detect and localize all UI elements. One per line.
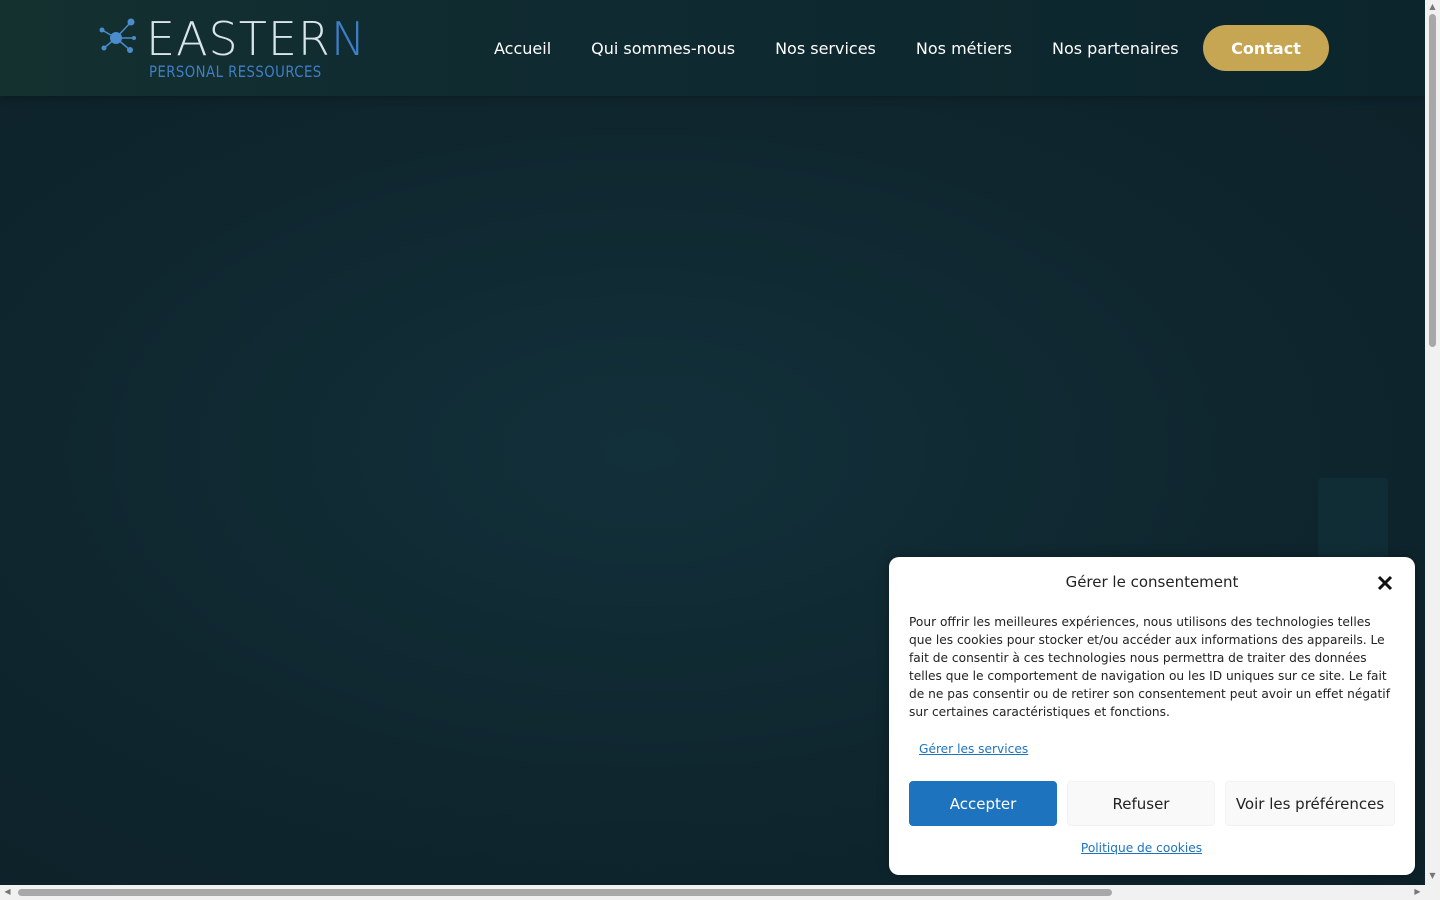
contact-button[interactable]: Contact [1203,25,1329,71]
site-header: EASTERN PERSONAL RESSOURCES Accueil Qui … [0,0,1425,96]
scroll-down-icon[interactable]: ▼ [1425,871,1440,881]
nav-item-accueil[interactable]: Accueil [474,39,571,58]
site-logo[interactable]: EASTERN PERSONAL RESSOURCES [96,14,365,84]
refuse-button[interactable]: Refuser [1067,781,1215,826]
scrollbar-corner [1425,885,1440,900]
scroll-left-icon[interactable]: ◀ [0,887,15,897]
consent-dialog: Gérer le consentement Pour offrir les me… [889,557,1415,875]
nav-item-nos-partenaires[interactable]: Nos partenaires [1032,39,1199,58]
vertical-scroll-thumb[interactable] [1429,14,1436,347]
nav-item-qui-sommes-nous[interactable]: Qui sommes-nous [571,39,755,58]
close-icon[interactable] [1375,573,1395,593]
main-nav: Accueil Qui sommes-nous Nos services Nos… [474,25,1199,71]
cookie-policy-link[interactable]: Politique de cookies [889,841,1394,855]
preferences-button[interactable]: Voir les préférences [1225,781,1395,826]
accept-button[interactable]: Accepter [909,781,1057,826]
scroll-right-icon[interactable]: ▶ [1410,887,1425,897]
horizontal-scrollbar[interactable]: ◀ ▶ [0,885,1425,900]
scroll-up-icon[interactable]: ▲ [1425,2,1440,12]
nav-item-nos-metiers[interactable]: Nos métiers [896,39,1032,58]
manage-services-link[interactable]: Gérer les services [919,742,1028,756]
vertical-scrollbar[interactable]: ▲ ▼ [1425,0,1440,885]
horizontal-scroll-thumb[interactable] [18,889,1112,896]
hero-decoration [1318,478,1388,558]
molecule-icon [99,18,136,53]
logo-subtitle: PERSONAL RESSOURCES [149,62,322,81]
nav-item-nos-services[interactable]: Nos services [755,39,896,58]
logo-wordmark: EASTERN [146,12,367,66]
consent-message: Pour offrir les meilleures expériences, … [909,615,1390,719]
consent-title: Gérer le consentement [1065,573,1239,591]
